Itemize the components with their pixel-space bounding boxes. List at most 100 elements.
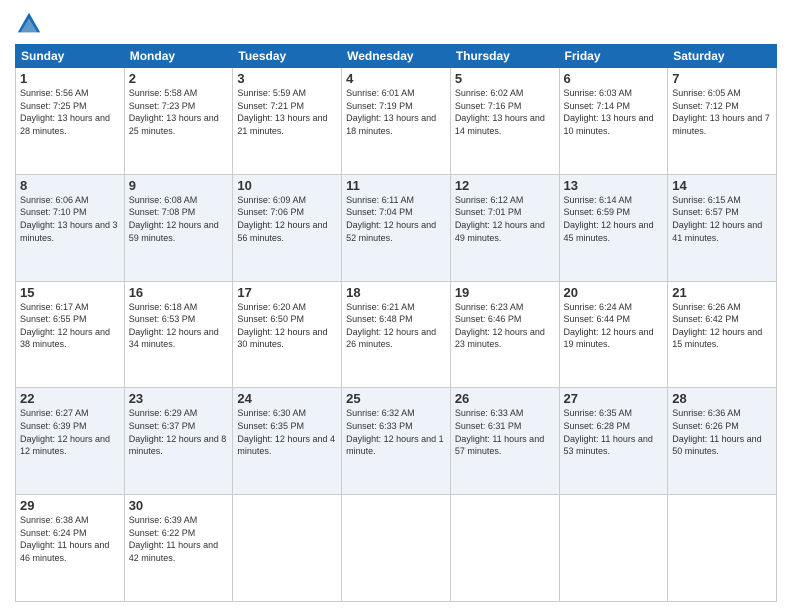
calendar-cell: 7 Sunrise: 6:05 AM Sunset: 7:12 PM Dayli… <box>668 68 777 175</box>
sunrise-text: Sunrise: 6:26 AM <box>672 302 741 312</box>
sunset-text: Sunset: 6:24 PM <box>20 528 87 538</box>
logo <box>15 10 47 38</box>
calendar-cell: 19 Sunrise: 6:23 AM Sunset: 6:46 PM Dayl… <box>450 281 559 388</box>
sunrise-text: Sunrise: 6:32 AM <box>346 408 415 418</box>
calendar-week-1: 1 Sunrise: 5:56 AM Sunset: 7:25 PM Dayli… <box>16 68 777 175</box>
header-day-tuesday: Tuesday <box>233 45 342 68</box>
daylight-text: Daylight: 12 hours and 12 minutes. <box>20 434 110 457</box>
calendar-cell: 16 Sunrise: 6:18 AM Sunset: 6:53 PM Dayl… <box>124 281 233 388</box>
sunrise-text: Sunrise: 5:58 AM <box>129 88 198 98</box>
sunrise-text: Sunrise: 6:09 AM <box>237 195 306 205</box>
daylight-text: Daylight: 12 hours and 30 minutes. <box>237 327 327 350</box>
day-number: 16 <box>129 285 229 300</box>
sunrise-text: Sunrise: 6:23 AM <box>455 302 524 312</box>
sunrise-text: Sunrise: 5:59 AM <box>237 88 306 98</box>
calendar-body: 1 Sunrise: 5:56 AM Sunset: 7:25 PM Dayli… <box>16 68 777 602</box>
sunset-text: Sunset: 7:04 PM <box>346 207 413 217</box>
sunset-text: Sunset: 6:48 PM <box>346 314 413 324</box>
calendar-week-3: 15 Sunrise: 6:17 AM Sunset: 6:55 PM Dayl… <box>16 281 777 388</box>
cell-info: Sunrise: 6:14 AM Sunset: 6:59 PM Dayligh… <box>564 194 664 244</box>
sunset-text: Sunset: 6:57 PM <box>672 207 739 217</box>
cell-info: Sunrise: 6:09 AM Sunset: 7:06 PM Dayligh… <box>237 194 337 244</box>
cell-info: Sunrise: 6:03 AM Sunset: 7:14 PM Dayligh… <box>564 87 664 137</box>
daylight-text: Daylight: 12 hours and 45 minutes. <box>564 220 654 243</box>
day-number: 28 <box>672 391 772 406</box>
daylight-text: Daylight: 12 hours and 41 minutes. <box>672 220 762 243</box>
cell-info: Sunrise: 6:38 AM Sunset: 6:24 PM Dayligh… <box>20 514 120 564</box>
sunrise-text: Sunrise: 6:11 AM <box>346 195 414 205</box>
daylight-text: Daylight: 13 hours and 28 minutes. <box>20 113 110 136</box>
daylight-text: Daylight: 12 hours and 4 minutes. <box>237 434 335 457</box>
cell-info: Sunrise: 5:59 AM Sunset: 7:21 PM Dayligh… <box>237 87 337 137</box>
calendar-cell: 24 Sunrise: 6:30 AM Sunset: 6:35 PM Dayl… <box>233 388 342 495</box>
sunset-text: Sunset: 7:21 PM <box>237 101 304 111</box>
cell-info: Sunrise: 6:39 AM Sunset: 6:22 PM Dayligh… <box>129 514 229 564</box>
daylight-text: Daylight: 12 hours and 15 minutes. <box>672 327 762 350</box>
sunset-text: Sunset: 6:22 PM <box>129 528 196 538</box>
calendar-cell: 18 Sunrise: 6:21 AM Sunset: 6:48 PM Dayl… <box>342 281 451 388</box>
cell-info: Sunrise: 6:02 AM Sunset: 7:16 PM Dayligh… <box>455 87 555 137</box>
sunrise-text: Sunrise: 5:56 AM <box>20 88 89 98</box>
cell-info: Sunrise: 6:27 AM Sunset: 6:39 PM Dayligh… <box>20 407 120 457</box>
day-number: 8 <box>20 178 120 193</box>
day-number: 12 <box>455 178 555 193</box>
daylight-text: Daylight: 11 hours and 42 minutes. <box>129 540 218 563</box>
day-number: 22 <box>20 391 120 406</box>
day-number: 20 <box>564 285 664 300</box>
cell-info: Sunrise: 6:17 AM Sunset: 6:55 PM Dayligh… <box>20 301 120 351</box>
header <box>15 10 777 38</box>
header-day-friday: Friday <box>559 45 668 68</box>
cell-info: Sunrise: 6:35 AM Sunset: 6:28 PM Dayligh… <box>564 407 664 457</box>
sunrise-text: Sunrise: 6:24 AM <box>564 302 633 312</box>
day-number: 26 <box>455 391 555 406</box>
cell-info: Sunrise: 6:30 AM Sunset: 6:35 PM Dayligh… <box>237 407 337 457</box>
sunset-text: Sunset: 6:33 PM <box>346 421 413 431</box>
sunset-text: Sunset: 7:10 PM <box>20 207 87 217</box>
daylight-text: Daylight: 11 hours and 53 minutes. <box>564 434 653 457</box>
cell-info: Sunrise: 6:01 AM Sunset: 7:19 PM Dayligh… <box>346 87 446 137</box>
daylight-text: Daylight: 12 hours and 34 minutes. <box>129 327 219 350</box>
daylight-text: Daylight: 13 hours and 3 minutes. <box>20 220 118 243</box>
cell-info: Sunrise: 6:21 AM Sunset: 6:48 PM Dayligh… <box>346 301 446 351</box>
header-day-thursday: Thursday <box>450 45 559 68</box>
sunset-text: Sunset: 6:44 PM <box>564 314 631 324</box>
calendar-header-row: SundayMondayTuesdayWednesdayThursdayFrid… <box>16 45 777 68</box>
calendar-week-4: 22 Sunrise: 6:27 AM Sunset: 6:39 PM Dayl… <box>16 388 777 495</box>
sunrise-text: Sunrise: 6:02 AM <box>455 88 524 98</box>
sunrise-text: Sunrise: 6:33 AM <box>455 408 524 418</box>
calendar-cell: 30 Sunrise: 6:39 AM Sunset: 6:22 PM Dayl… <box>124 495 233 602</box>
cell-info: Sunrise: 6:29 AM Sunset: 6:37 PM Dayligh… <box>129 407 229 457</box>
sunset-text: Sunset: 6:37 PM <box>129 421 196 431</box>
sunrise-text: Sunrise: 6:12 AM <box>455 195 524 205</box>
sunset-text: Sunset: 6:50 PM <box>237 314 304 324</box>
daylight-text: Daylight: 13 hours and 18 minutes. <box>346 113 436 136</box>
calendar-cell: 22 Sunrise: 6:27 AM Sunset: 6:39 PM Dayl… <box>16 388 125 495</box>
sunset-text: Sunset: 7:19 PM <box>346 101 413 111</box>
sunrise-text: Sunrise: 6:29 AM <box>129 408 198 418</box>
calendar-cell <box>342 495 451 602</box>
sunrise-text: Sunrise: 6:18 AM <box>129 302 198 312</box>
cell-info: Sunrise: 6:24 AM Sunset: 6:44 PM Dayligh… <box>564 301 664 351</box>
daylight-text: Daylight: 12 hours and 38 minutes. <box>20 327 110 350</box>
day-number: 19 <box>455 285 555 300</box>
header-day-sunday: Sunday <box>16 45 125 68</box>
sunrise-text: Sunrise: 6:39 AM <box>129 515 198 525</box>
calendar-cell: 28 Sunrise: 6:36 AM Sunset: 6:26 PM Dayl… <box>668 388 777 495</box>
sunrise-text: Sunrise: 6:27 AM <box>20 408 89 418</box>
cell-info: Sunrise: 6:06 AM Sunset: 7:10 PM Dayligh… <box>20 194 120 244</box>
calendar-cell: 10 Sunrise: 6:09 AM Sunset: 7:06 PM Dayl… <box>233 174 342 281</box>
calendar-cell: 23 Sunrise: 6:29 AM Sunset: 6:37 PM Dayl… <box>124 388 233 495</box>
calendar-cell: 1 Sunrise: 5:56 AM Sunset: 7:25 PM Dayli… <box>16 68 125 175</box>
sunset-text: Sunset: 7:16 PM <box>455 101 522 111</box>
day-number: 1 <box>20 71 120 86</box>
day-number: 4 <box>346 71 446 86</box>
sunrise-text: Sunrise: 6:01 AM <box>346 88 415 98</box>
day-number: 10 <box>237 178 337 193</box>
calendar-cell <box>233 495 342 602</box>
header-day-monday: Monday <box>124 45 233 68</box>
day-number: 21 <box>672 285 772 300</box>
cell-info: Sunrise: 6:23 AM Sunset: 6:46 PM Dayligh… <box>455 301 555 351</box>
sunset-text: Sunset: 6:39 PM <box>20 421 87 431</box>
cell-info: Sunrise: 6:18 AM Sunset: 6:53 PM Dayligh… <box>129 301 229 351</box>
cell-info: Sunrise: 6:15 AM Sunset: 6:57 PM Dayligh… <box>672 194 772 244</box>
